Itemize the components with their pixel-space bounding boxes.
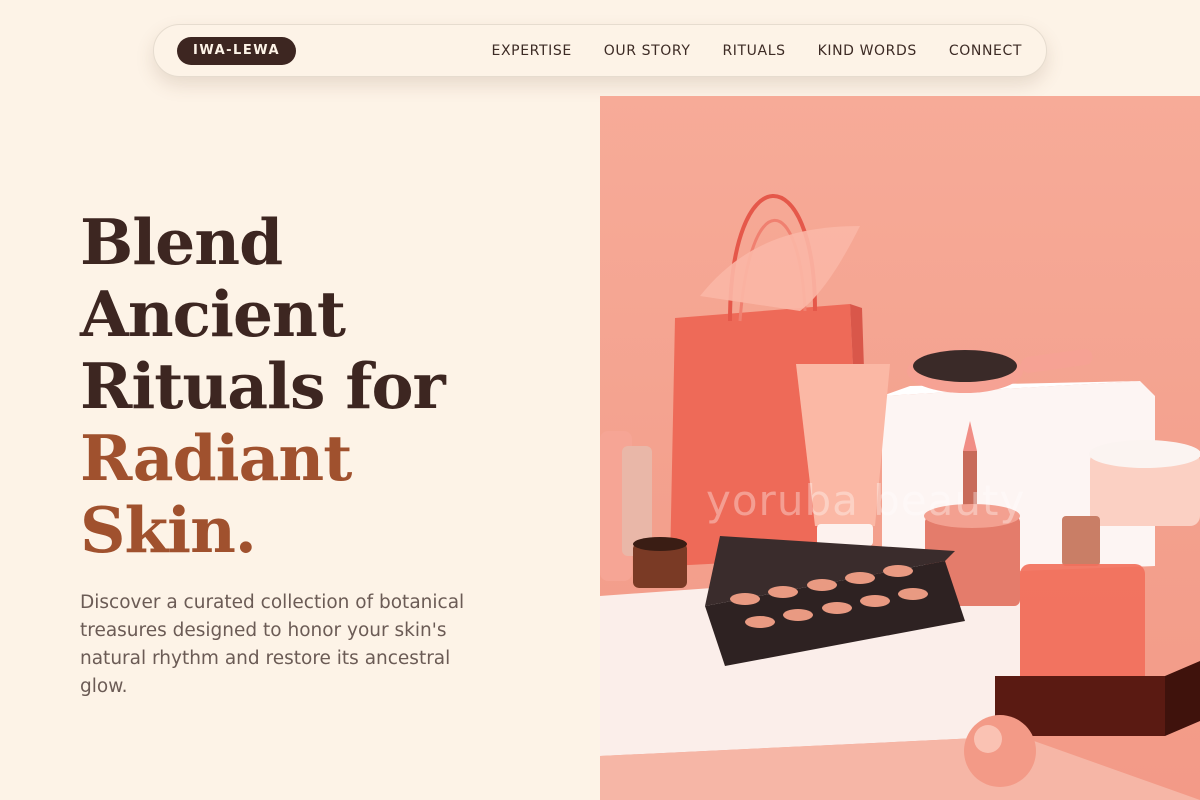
lipstick (963, 451, 977, 506)
nav-link-rituals[interactable]: RITUALS (722, 43, 785, 59)
hero-headline: Blend Ancient Rituals for Radiant Skin. (80, 206, 580, 566)
headline-line: Blend (80, 205, 283, 279)
perfume-bottle (1062, 516, 1100, 566)
headline-accent-line: Skin. (80, 493, 257, 567)
headline-line: Rituals for (80, 349, 446, 423)
rose-gold-sphere (964, 715, 1036, 787)
cosmetics-illustration (600, 194, 1200, 800)
nav-links: EXPERTISE OUR STORY RITUALS KIND WORDS C… (492, 43, 1022, 59)
headline-accent-line: Radiant (80, 421, 352, 495)
hero-description: Discover a curated collection of botanic… (80, 592, 465, 697)
nav-link-expertise[interactable]: EXPERTISE (492, 43, 572, 59)
nav-link-our-story[interactable]: OUR STORY (604, 43, 691, 59)
main-nav: IWA-LEWA EXPERTISE OUR STORY RITUALS KIN… (153, 24, 1047, 77)
brand-logo[interactable]: IWA-LEWA (177, 36, 297, 65)
hero-product-image: yoruba beauty (600, 96, 1200, 800)
nav-link-kind-words[interactable]: KIND WORDS (818, 43, 917, 59)
headline-line: Ancient (80, 277, 346, 351)
nav-link-connect[interactable]: CONNECT (949, 43, 1022, 59)
